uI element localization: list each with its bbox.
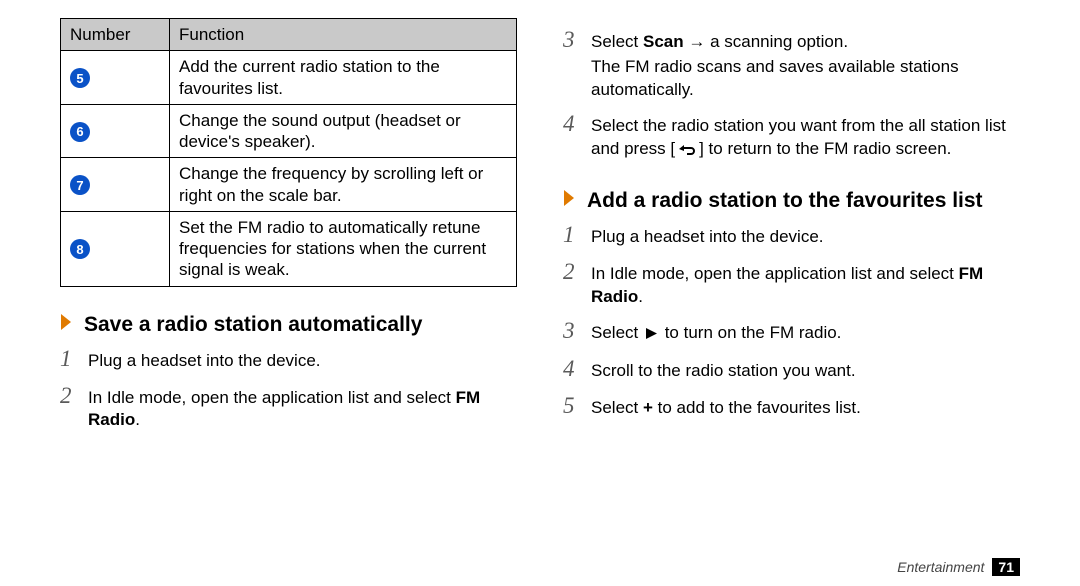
section-heading-fav: Add a radio station to the favourites li… bbox=[563, 189, 1020, 213]
step-text-after: . bbox=[135, 410, 140, 429]
step-number: 2 bbox=[563, 256, 591, 287]
step-number: 3 bbox=[563, 24, 591, 55]
step-number: 2 bbox=[60, 380, 88, 411]
chevron-right-icon bbox=[563, 189, 577, 207]
step-text: Select bbox=[591, 323, 643, 342]
chevron-right-icon bbox=[60, 313, 74, 331]
step-number: 5 bbox=[563, 390, 591, 421]
steps-fav: 1 Plug a headset into the device. 2 In I… bbox=[563, 219, 1020, 421]
steps-save: 1 Plug a headset into the device. 2 In I… bbox=[60, 343, 517, 433]
step-number: 1 bbox=[563, 219, 591, 250]
step-subtext: The FM radio scans and saves available s… bbox=[591, 56, 1020, 102]
step: 3 Select Scan → a scanning option. The F… bbox=[563, 24, 1020, 102]
fn-cell: Change the frequency by scrolling left o… bbox=[170, 158, 517, 212]
step-number: 3 bbox=[563, 315, 591, 346]
table-row: 6 Change the sound output (headset or de… bbox=[61, 104, 517, 158]
step: 4 Scroll to the radio station you want. bbox=[563, 353, 1020, 384]
right-column: 3 Select Scan → a scanning option. The F… bbox=[563, 18, 1020, 438]
section-heading-save: Save a radio station automatically bbox=[60, 313, 517, 337]
play-icon bbox=[645, 324, 658, 347]
table-row: 8 Set the FM radio to automatically retu… bbox=[61, 211, 517, 286]
step: 1 Plug a headset into the device. bbox=[60, 343, 517, 374]
step-text: Scroll to the radio station you want. bbox=[591, 361, 856, 380]
table-row: 5 Add the current radio station to the f… bbox=[61, 51, 517, 105]
step-text: to turn on the FM radio. bbox=[660, 323, 841, 342]
step: 1 Plug a headset into the device. bbox=[563, 219, 1020, 250]
step: 3 Select to turn on the FM radio. bbox=[563, 315, 1020, 347]
step-number: 1 bbox=[60, 343, 88, 374]
step-number: 4 bbox=[563, 108, 591, 139]
num-badge: 7 bbox=[70, 175, 90, 195]
step-number: 4 bbox=[563, 353, 591, 384]
step: 4 Select the radio station you want from… bbox=[563, 108, 1020, 163]
function-table: Number Function 5 Add the current radio … bbox=[60, 18, 517, 287]
step-text: Plug a headset into the device. bbox=[591, 227, 824, 246]
footer: Entertainment 71 bbox=[897, 558, 1020, 576]
table-row: 7 Change the frequency by scrolling left… bbox=[61, 158, 517, 212]
step-text: Plug a headset into the device. bbox=[88, 351, 321, 370]
page-number: 71 bbox=[992, 558, 1020, 576]
step-bold: Scan bbox=[643, 32, 684, 51]
fn-cell: Set the FM radio to automatically retune… bbox=[170, 211, 517, 286]
step-text: In Idle mode, open the application list … bbox=[591, 264, 959, 283]
step-text: to add to the favourites list. bbox=[653, 398, 861, 417]
num-badge: 5 bbox=[70, 68, 90, 88]
step-text: Select bbox=[591, 32, 643, 51]
step: 5 Select + to add to the favourites list… bbox=[563, 390, 1020, 421]
step: 2 In Idle mode, open the application lis… bbox=[563, 256, 1020, 309]
step-text: → a scanning option. bbox=[684, 32, 848, 51]
page: Number Function 5 Add the current radio … bbox=[0, 0, 1080, 586]
num-badge: 8 bbox=[70, 239, 90, 259]
th-function: Function bbox=[170, 19, 517, 51]
left-column: Number Function 5 Add the current radio … bbox=[60, 18, 517, 438]
th-number: Number bbox=[61, 19, 170, 51]
step-text: In Idle mode, open the application list … bbox=[88, 388, 456, 407]
fn-cell: Add the current radio station to the fav… bbox=[170, 51, 517, 105]
step: 2 In Idle mode, open the application lis… bbox=[60, 380, 517, 433]
section-title: Add a radio station to the favourites li… bbox=[587, 189, 983, 213]
section-title: Save a radio station automatically bbox=[84, 313, 422, 337]
back-icon bbox=[677, 140, 697, 163]
step-text: ] to return to the FM radio screen. bbox=[699, 139, 951, 158]
step-text: Select bbox=[591, 398, 643, 417]
num-badge: 6 bbox=[70, 122, 90, 142]
fn-cell: Change the sound output (headset or devi… bbox=[170, 104, 517, 158]
footer-section: Entertainment bbox=[897, 559, 984, 575]
two-columns: Number Function 5 Add the current radio … bbox=[60, 18, 1020, 438]
step-bold: + bbox=[643, 398, 653, 417]
step-text: . bbox=[638, 287, 643, 306]
steps-save-cont: 3 Select Scan → a scanning option. The F… bbox=[563, 24, 1020, 163]
